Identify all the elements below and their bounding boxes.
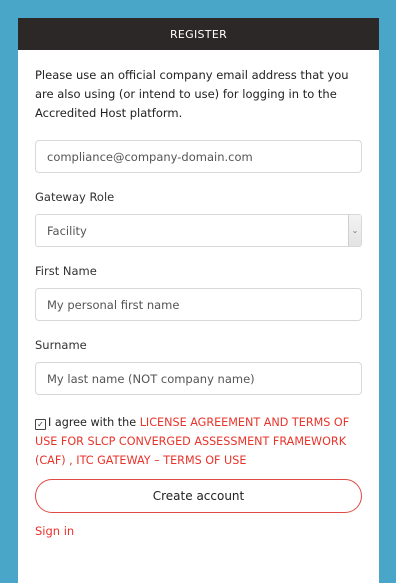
- checkbox-checked-icon[interactable]: ✓: [35, 419, 46, 430]
- register-card: REGISTER Please use an official company …: [18, 18, 379, 583]
- register-header: REGISTER: [18, 18, 379, 50]
- create-account-button[interactable]: Create account: [35, 479, 362, 513]
- surname-label: Surname: [35, 338, 87, 352]
- gateway-role-label: Gateway Role: [35, 190, 115, 204]
- surname-field[interactable]: [35, 362, 362, 395]
- gateway-role-select[interactable]: Facility ⌄: [35, 214, 362, 247]
- chevron-down-icon[interactable]: ⌄: [348, 215, 361, 246]
- first-name-label: First Name: [35, 264, 97, 278]
- agreement-prefix: I agree with the: [48, 416, 137, 429]
- first-name-field[interactable]: [35, 288, 362, 321]
- page-title: REGISTER: [169, 27, 228, 41]
- sign-in-link[interactable]: Sign in: [35, 524, 74, 538]
- register-form: Please use an official company email add…: [18, 50, 379, 539]
- agreement-row: ✓ I agree with the LICENSE AGREEMENT AND …: [35, 413, 362, 470]
- intro-text: Please use an official company email add…: [35, 68, 349, 120]
- email-field[interactable]: [35, 140, 362, 173]
- gateway-role-value: Facility: [47, 223, 87, 238]
